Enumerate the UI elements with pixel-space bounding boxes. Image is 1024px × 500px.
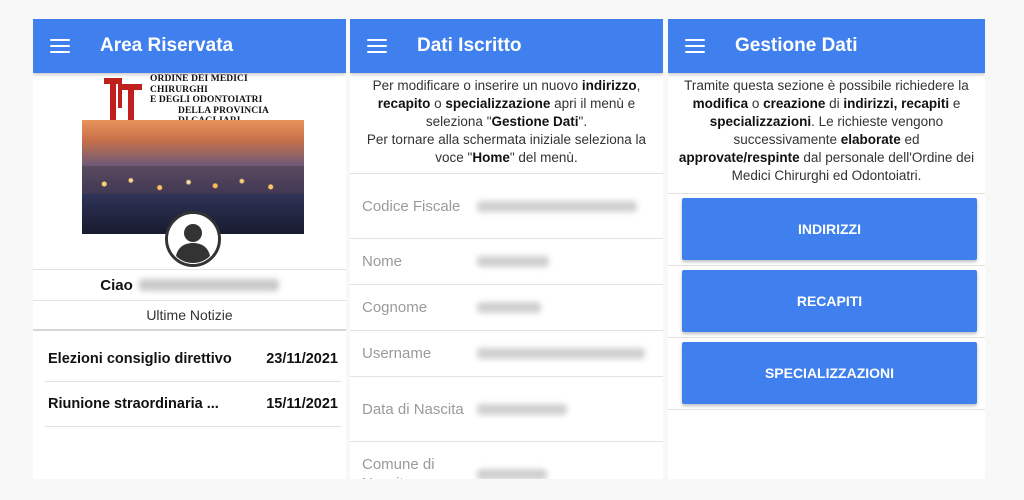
news-list: Elezioni consiglio direttivo 23/11/2021 …: [45, 337, 341, 427]
intro-text: ".: [578, 114, 588, 129]
intro-bold: elaborate: [840, 132, 901, 147]
page-title: Area Riservata: [100, 35, 234, 56]
field-value-redacted: [477, 302, 541, 313]
field-label: Comune di Nascita: [362, 456, 435, 479]
field-codice-fiscale: Codice Fiscale: [350, 174, 663, 239]
field-data-nascita: Data di Nascita: [350, 377, 663, 442]
intro-bold: modifica: [692, 96, 749, 111]
intro-bold: Home: [472, 150, 510, 165]
button-row: RECAPITI: [668, 266, 985, 338]
field-nome: Nome: [350, 239, 663, 285]
menu-icon[interactable]: [685, 39, 705, 53]
user-name-redacted: [138, 279, 279, 291]
field-value-redacted: [477, 403, 567, 415]
intro-bold: indirizzo: [581, 78, 637, 93]
field-label: Data di Nascita: [362, 400, 464, 418]
intro-text: ed: [900, 132, 920, 147]
field-comune-nascita: Comune di Nascita: [350, 442, 663, 479]
field-value-redacted: [477, 256, 549, 267]
header-banner: ORDINE DEI MEDICI CHIRURGHI E DEGLI ODON…: [82, 73, 304, 234]
button-row: INDIRIZZI: [668, 194, 985, 266]
intro-text: o: [430, 96, 446, 111]
intro-bold: creazione: [763, 96, 826, 111]
field-value-redacted: [477, 200, 637, 212]
intro-bold: approvate/respinte: [678, 150, 800, 165]
intro-text: e: [949, 96, 961, 111]
news-title: Elezioni consiglio direttivo: [48, 351, 232, 367]
field-cognome: Cognome: [350, 285, 663, 331]
account-circle-icon: [165, 211, 221, 267]
intro-text: Tramite questa sezione è possibile richi…: [684, 78, 969, 93]
greeting-text: Ciao: [100, 276, 133, 294]
field-value-redacted: [477, 348, 645, 359]
intro-text: ,: [636, 78, 641, 93]
greeting: Ciao: [33, 269, 346, 301]
instructions-text: Tramite questa sezione è possibile richi…: [668, 73, 985, 194]
button-row: SPECIALIZZAZIONI: [668, 338, 985, 410]
screen-area-riservata: Area Riservata ORDINE DEI MEDICI CHIRURG…: [33, 19, 346, 479]
indirizzi-button[interactable]: INDIRIZZI: [682, 198, 977, 260]
org-line: ORDINE DEI MEDICI CHIRURGHI: [150, 74, 248, 95]
news-date: 15/11/2021: [266, 396, 338, 412]
org-line: DELLA PROVINCIA: [178, 105, 269, 116]
news-heading: Ultime Notizie: [33, 301, 346, 331]
field-label: Cognome: [362, 299, 428, 316]
page-title: Gestione Dati: [735, 35, 858, 56]
intro-bold: specializzazioni: [709, 114, 812, 129]
intro-text: " del menù.: [509, 150, 578, 165]
org-line: E DEGLI ODONTOIATRI: [150, 95, 263, 105]
page-title: Dati Iscritto: [417, 35, 522, 56]
app-bar: Dati Iscritto: [350, 19, 663, 73]
organization-name: ORDINE DEI MEDICI CHIRURGHI E DEGLI ODON…: [150, 74, 304, 127]
list-item[interactable]: Riunione straordinaria ... 15/11/2021: [45, 382, 341, 427]
banner-logo-area: ORDINE DEI MEDICI CHIRURGHI E DEGLI ODON…: [82, 73, 304, 130]
intro-text: di: [825, 96, 844, 111]
specializzazioni-button[interactable]: SPECIALIZZAZIONI: [682, 342, 977, 404]
field-label: Username: [362, 345, 432, 362]
field-value-redacted: [477, 468, 547, 479]
intro-bold: specializzazione: [445, 96, 551, 111]
intro-bold: recapito: [377, 96, 431, 111]
intro-text: Per modificare o inserire un nuovo: [372, 78, 582, 93]
intro-bold: indirizzi, recapiti: [843, 96, 950, 111]
menu-icon[interactable]: [367, 39, 387, 53]
field-label: Codice Fiscale: [362, 197, 461, 215]
app-bar: Area Riservata: [33, 19, 346, 73]
intro-bold: Gestione Dati: [491, 114, 579, 129]
list-item[interactable]: Elezioni consiglio direttivo 23/11/2021: [45, 337, 341, 382]
field-username: Username: [350, 331, 663, 377]
news-title: Riunione straordinaria ...: [48, 396, 219, 412]
field-label: Nome: [362, 253, 403, 270]
instructions-text: Per modificare o inserire un nuovo indir…: [350, 73, 663, 174]
screen-gestione-dati: Gestione Dati Tramite questa sezione è p…: [668, 19, 985, 479]
recapiti-button[interactable]: RECAPITI: [682, 270, 977, 332]
app-bar: Gestione Dati: [668, 19, 985, 73]
screen-dati-iscritto: Dati Iscritto Per modificare o inserire …: [350, 19, 663, 479]
news-date: 23/11/2021: [266, 351, 338, 367]
menu-icon[interactable]: [50, 39, 70, 53]
intro-text: o: [748, 96, 764, 111]
